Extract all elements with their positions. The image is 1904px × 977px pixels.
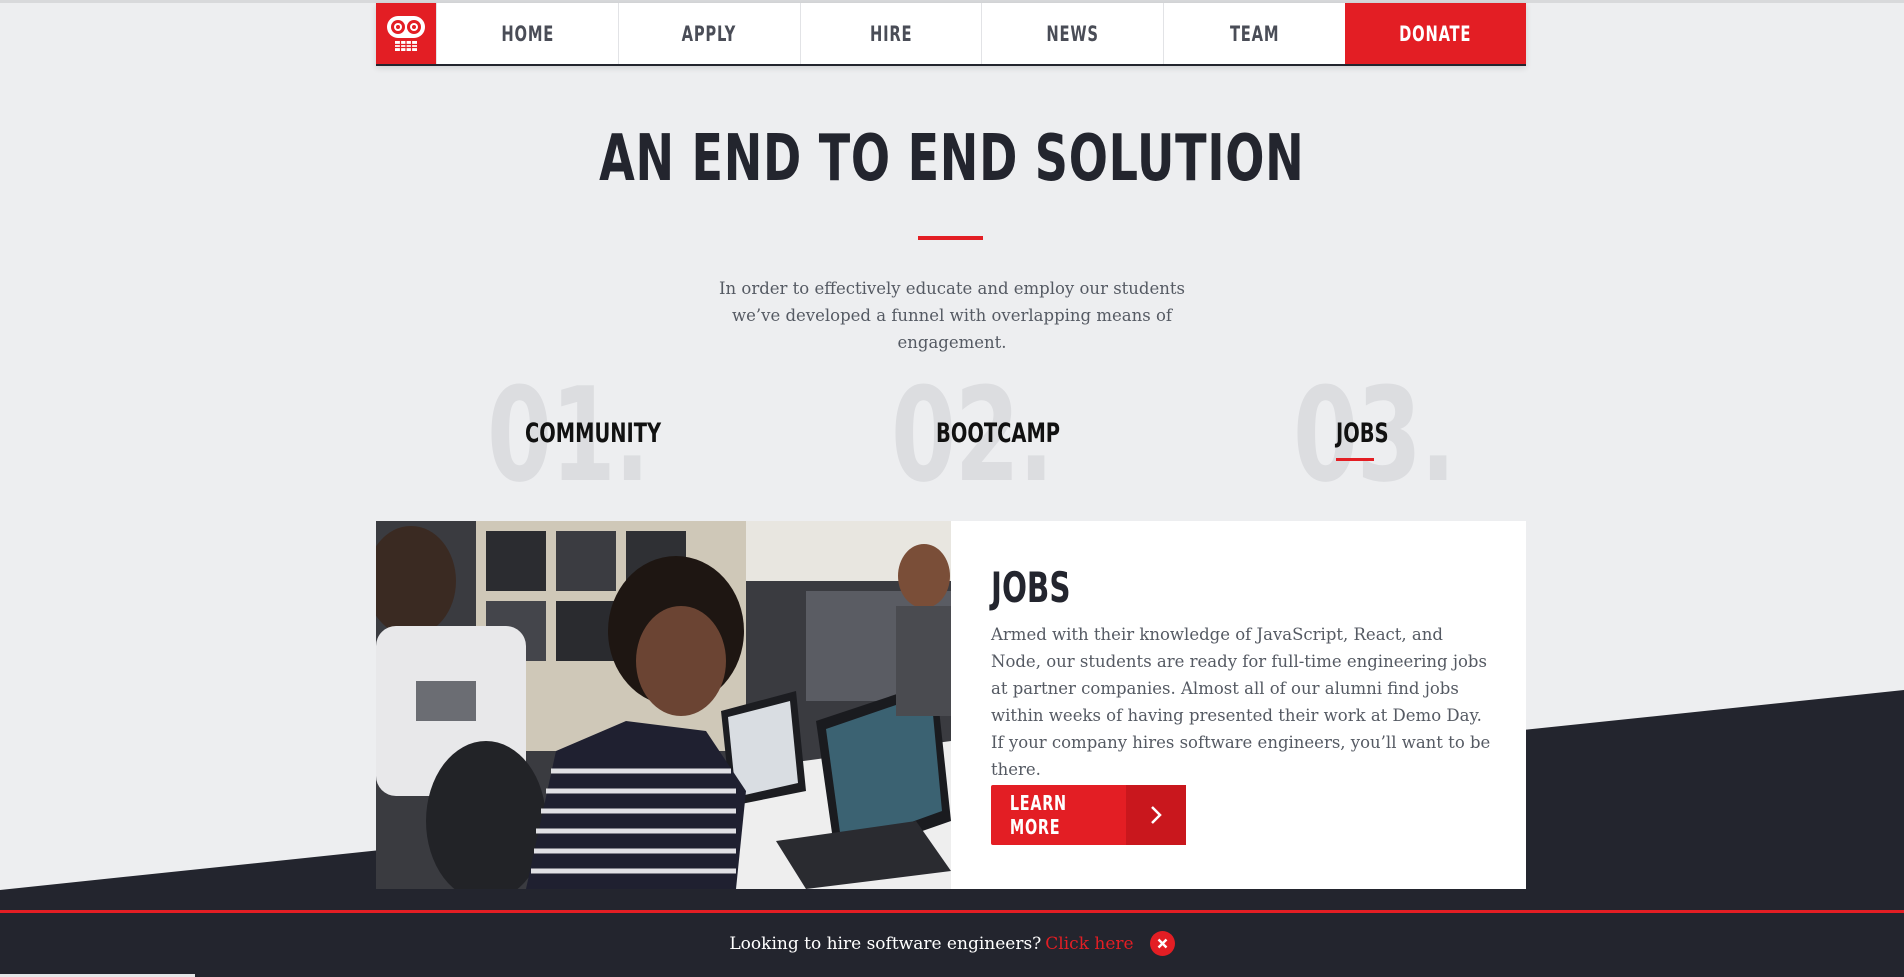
hire-banner: Looking to hire software engineers? Clic… (0, 910, 1904, 974)
logo[interactable] (376, 3, 436, 64)
banner-link[interactable]: Click here (1045, 934, 1133, 954)
banner-text: Looking to hire software engineers? (729, 933, 1042, 954)
close-circle-icon[interactable] (1149, 931, 1175, 956)
donate-button[interactable]: DONATE (1345, 3, 1526, 64)
intro-text: In order to effectively educate and empl… (719, 279, 1185, 352)
chevron-right-icon (1126, 785, 1186, 845)
robot-face-icon (387, 15, 425, 51)
nav-item-home[interactable]: HOME (436, 3, 618, 64)
step-label: BOOTCAMP (936, 418, 1061, 449)
nav-item-apply[interactable]: APPLY (617, 3, 800, 64)
learn-more-label: LEARN MORE (1009, 791, 1067, 839)
step-label: JOBS (1336, 418, 1389, 449)
active-step-underline (1336, 458, 1374, 461)
title-divider (918, 236, 983, 240)
learn-more-button[interactable]: LEARN MORE (991, 785, 1186, 845)
card-body: Armed with their knowledge of JavaScript… (991, 625, 1491, 779)
students-photo (376, 521, 951, 889)
nav-item-hire[interactable]: HIRE (799, 3, 982, 64)
card-title: JOBS (991, 563, 1071, 612)
step-label: COMMUNITY (525, 418, 662, 449)
jobs-card: JOBS Armed with their knowledge of JavaS… (951, 521, 1526, 889)
page-title: AN END TO END SOLUTION (599, 122, 1305, 196)
main-nav: HOME APPLY HIRE NEWS TEAM DONATE (376, 3, 1526, 66)
nav-item-news[interactable]: NEWS (981, 3, 1163, 64)
nav-item-team[interactable]: TEAM (1163, 3, 1345, 64)
